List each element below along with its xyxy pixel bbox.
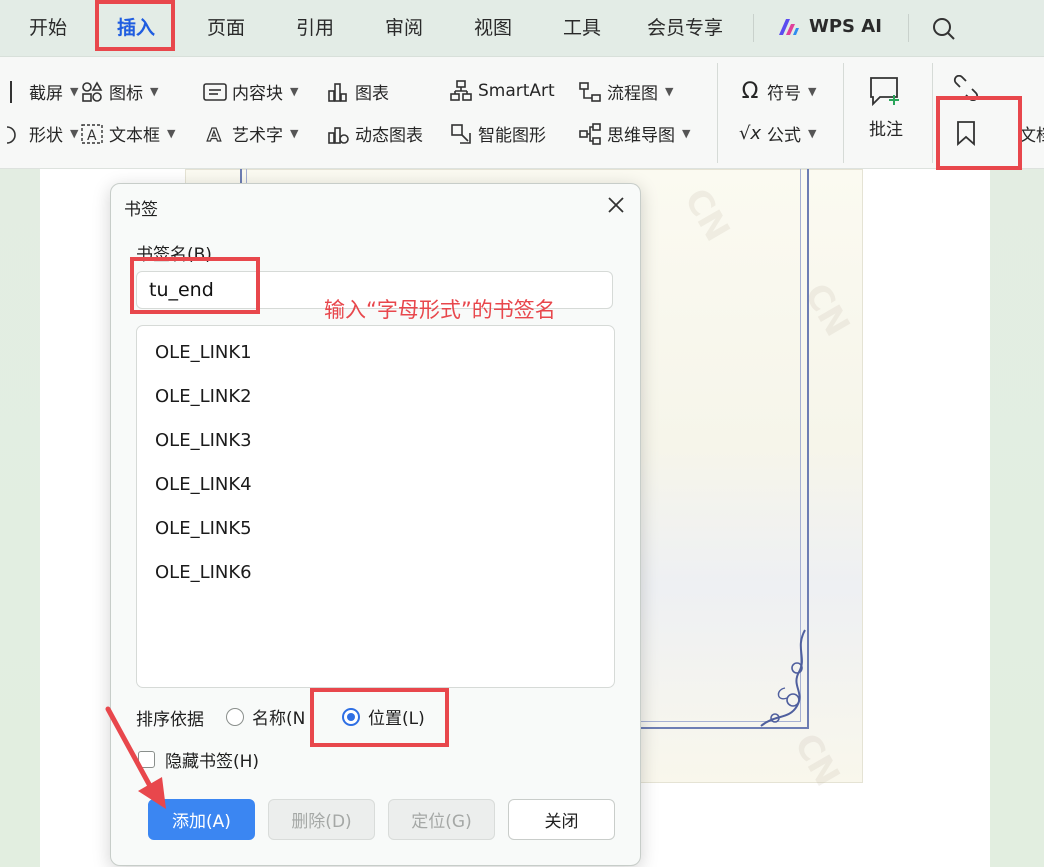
list-item[interactable]: OLE_LINK5: [155, 518, 252, 539]
chevron-down-icon: ▼: [150, 85, 159, 98]
smart-graphic-icon: [449, 122, 473, 146]
dialog-title: 书签: [124, 200, 158, 220]
sort-by-name-radio[interactable]: 名称(N: [226, 704, 305, 729]
hide-bookmarks-label: 隐藏书签(H): [165, 752, 260, 772]
wps-ai-button[interactable]: WPS AI: [777, 16, 882, 37]
textbox-label: 文本框: [109, 126, 160, 146]
mindmap-icon: [578, 122, 602, 146]
list-item[interactable]: OLE_LINK6: [155, 562, 252, 583]
goto-button[interactable]: 定位(G): [388, 799, 495, 840]
formula-button[interactable]: √x 公式 ▼: [738, 121, 817, 146]
highlight-bookmark-button: [936, 96, 1022, 170]
screenshot-icon: [0, 80, 24, 104]
content-block-label: 内容块: [232, 84, 283, 104]
search-icon[interactable]: [931, 16, 957, 42]
flowchart-label: 流程图: [607, 84, 658, 104]
svg-text:A: A: [207, 125, 221, 145]
tab-home[interactable]: 开始: [29, 13, 67, 40]
document-parts-button-partial[interactable]: 文档: [1019, 121, 1044, 146]
comment-button[interactable]: 批注: [868, 75, 904, 140]
smartart-icon: [449, 79, 473, 103]
chevron-down-icon: ▼: [70, 127, 79, 140]
dynamic-chart-button[interactable]: 动态图表: [326, 121, 423, 146]
icons-label: 图标: [109, 84, 143, 104]
comment-add-icon: [870, 77, 899, 107]
screenshot-button[interactable]: 截屏 ▼: [0, 79, 78, 104]
comment-label: 批注: [869, 120, 903, 140]
mindmap-button[interactable]: 思维导图 ▼: [578, 121, 690, 146]
bar-chart-icon: [326, 80, 350, 104]
icons-button[interactable]: 图标 ▼: [80, 79, 158, 104]
mindmap-label: 思维导图: [607, 126, 675, 146]
dynamic-chart-icon: [326, 122, 350, 146]
chevron-down-icon: ▼: [290, 127, 299, 140]
chevron-down-icon: ▼: [70, 85, 79, 98]
close-icon[interactable]: [601, 190, 631, 220]
wps-ai-logo-icon: [779, 18, 799, 35]
chevron-down-icon: ▼: [167, 127, 176, 140]
bookmark-list[interactable]: OLE_LINK1 OLE_LINK2 OLE_LINK3 OLE_LINK4 …: [136, 325, 615, 688]
chevron-down-icon: ▼: [682, 127, 691, 140]
list-item[interactable]: OLE_LINK3: [155, 430, 252, 451]
symbol-button[interactable]: Ω 符号 ▼: [738, 79, 817, 104]
content-block-icon: [203, 80, 227, 104]
annotation-hint-text: 输入“字母形式”的书签名: [324, 298, 556, 322]
tab-page[interactable]: 页面: [207, 13, 245, 40]
textbox-button[interactable]: A 文本框 ▼: [80, 121, 175, 146]
chevron-down-icon: ▼: [290, 85, 299, 98]
smartart-button[interactable]: SmartArt: [449, 79, 555, 103]
chart-label: 图表: [355, 84, 389, 104]
formula-label: 公式: [767, 126, 801, 146]
ribbon-divider: [843, 63, 844, 163]
menu-divider: [753, 14, 754, 42]
content-block-button[interactable]: 内容块 ▼: [203, 79, 298, 104]
flowchart-icon: [578, 80, 602, 104]
highlight-insert-tab: [95, 0, 175, 51]
list-item[interactable]: OLE_LINK1: [155, 342, 252, 363]
svg-text:A: A: [87, 128, 97, 144]
symbol-label: 符号: [767, 84, 801, 104]
highlight-position-radio: [310, 688, 449, 747]
chevron-down-icon: ▼: [665, 85, 674, 98]
smartart-label: SmartArt: [478, 81, 555, 101]
ornament-corner-icon: [760, 629, 806, 727]
chart-button[interactable]: 图表: [326, 79, 389, 104]
tab-view[interactable]: 视图: [474, 13, 512, 40]
textbox-icon: A: [80, 122, 104, 146]
radio-unselected-icon: [226, 707, 244, 726]
omega-symbol-icon: Ω: [741, 79, 759, 104]
tab-member[interactable]: 会员专享: [647, 13, 723, 40]
shapes-icon: [0, 122, 24, 146]
smart-graphic-label: 智能图形: [478, 126, 546, 146]
ribbon-divider: [717, 63, 718, 163]
screenshot-label: 截屏: [29, 84, 63, 104]
arrow-pointer-icon: [105, 706, 166, 809]
list-item[interactable]: OLE_LINK4: [155, 474, 252, 495]
flowchart-button[interactable]: 流程图 ▼: [578, 79, 673, 104]
wordart-button[interactable]: A 艺术字 ▼: [203, 121, 298, 146]
tab-tools[interactable]: 工具: [563, 13, 601, 40]
shapes-button[interactable]: 形状 ▼: [0, 121, 78, 146]
delete-button[interactable]: 删除(D): [268, 799, 375, 840]
highlight-name-input: [130, 257, 260, 314]
shapes-label: 形状: [29, 126, 63, 146]
sort-by-name-label: 名称(N: [252, 709, 306, 729]
tab-review[interactable]: 审阅: [385, 13, 423, 40]
wps-ai-label: WPS AI: [809, 16, 882, 37]
menu-divider: [908, 14, 909, 42]
formula-icon: √x: [738, 123, 762, 144]
tab-references[interactable]: 引用: [296, 13, 334, 40]
list-item[interactable]: OLE_LINK2: [155, 386, 252, 407]
wordart-label: 艺术字: [232, 126, 283, 146]
ribbon-divider: [932, 63, 933, 163]
chevron-down-icon: ▼: [808, 127, 817, 140]
icons-gallery-icon: [80, 80, 104, 104]
close-button[interactable]: 关闭: [508, 799, 615, 840]
ribbon-toolbar: 截屏 ▼ 图标 ▼ 内容块 ▼ 图表 SmartArt 流程图 ▼ Ω 符号 ▼…: [0, 57, 1044, 169]
smart-graphic-button[interactable]: 智能图形: [449, 121, 546, 146]
wordart-icon: A: [203, 122, 227, 146]
dynamic-chart-label: 动态图表: [355, 126, 423, 146]
chevron-down-icon: ▼: [808, 85, 817, 98]
